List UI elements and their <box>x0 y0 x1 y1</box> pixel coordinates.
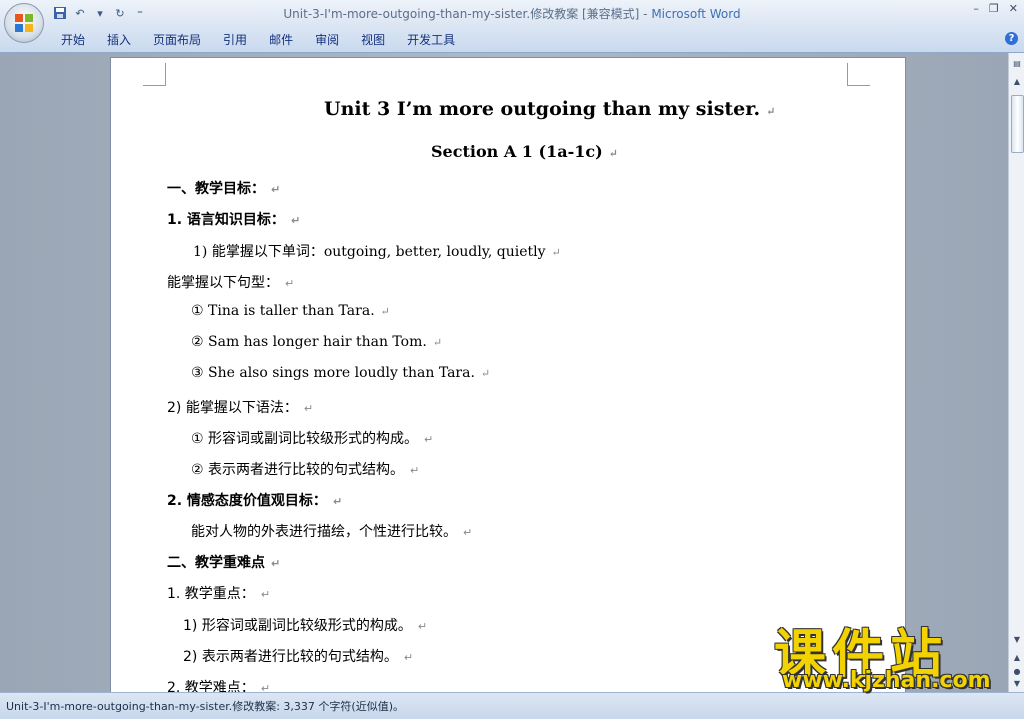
doc-line: 一、教学目标： ↵ <box>167 181 281 197</box>
next-page-icon[interactable]: ▼ <box>1010 677 1024 691</box>
doc-line: ③ She also sings more loudly than Tara. ↵ <box>191 365 491 381</box>
scroll-thumb[interactable] <box>1011 95 1024 153</box>
doc-line: 2) 表示两者进行比较的句式结构。 ↵ <box>183 649 414 665</box>
doc-line: ② Sam has longer hair than Tom. ↵ <box>191 334 443 350</box>
ribbon-tab-bar: 开始 插入 页面布局 引用 邮件 审阅 视图 开发工具 ? <box>0 26 1024 53</box>
scroll-up-icon[interactable]: ▲ <box>1010 75 1024 89</box>
status-text: Unit-3-I'm-more-outgoing-than-my-sister.… <box>6 700 405 713</box>
tab-insert[interactable]: 插入 <box>96 31 142 48</box>
office-logo-icon <box>15 14 33 32</box>
scroll-down-icon[interactable]: ▼ <box>1010 633 1024 647</box>
office-button[interactable] <box>4 3 44 43</box>
window-title-doc: Unit-3-I'm-more-outgoing-than-my-sister.… <box>283 7 652 21</box>
doc-line: 二、教学重难点 ↵ <box>167 555 281 571</box>
help-icon[interactable]: ? <box>1005 32 1018 45</box>
tab-references[interactable]: 引用 <box>212 31 258 48</box>
doc-line: 2. 情感态度价值观目标： ↵ <box>167 493 343 509</box>
title-bar: ↶ ▾ ↻ ⁼ Unit-3-I'm-more-outgoing-than-my… <box>0 0 1024 26</box>
status-bar: Unit-3-I'm-more-outgoing-than-my-sister.… <box>0 692 1024 719</box>
doc-line: ① 形容词或副词比较级形式的构成。 ↵ <box>191 431 434 447</box>
doc-line: 1. 教学重点： ↵ <box>167 586 271 602</box>
document-title: Unit 3 I’m more outgoing than my sister.… <box>324 98 776 120</box>
tab-mailings[interactable]: 邮件 <box>258 31 304 48</box>
doc-line: 1) 形容词或副词比较级形式的构成。 ↵ <box>183 618 428 634</box>
doc-line: ① Tina is taller than Tara. ↵ <box>191 303 390 319</box>
vertical-scrollbar[interactable]: ▤ ▲ ▼ ▲ ● ▼ <box>1008 53 1024 692</box>
doc-line: 1) 能掌握以下单词：outgoing, better, loudly, qui… <box>193 244 561 260</box>
doc-line: 2) 能掌握以下语法： ↵ <box>167 400 314 416</box>
window-title: Unit-3-I'm-more-outgoing-than-my-sister.… <box>0 5 1024 22</box>
restore-button[interactable]: ❐ <box>989 2 999 15</box>
tab-page-layout[interactable]: 页面布局 <box>142 31 212 48</box>
ruler-toggle-icon[interactable]: ▤ <box>1010 57 1024 71</box>
tab-review[interactable]: 审阅 <box>304 31 350 48</box>
section-heading: Section A 1 (1a-1c) ↵ <box>431 142 618 161</box>
tab-view[interactable]: 视图 <box>350 31 396 48</box>
window-controls: – ❐ ✕ <box>973 2 1018 15</box>
minimize-button[interactable]: – <box>973 2 979 15</box>
window-title-app: Microsoft Word <box>651 7 741 21</box>
doc-line: ② 表示两者进行比较的句式结构。 ↵ <box>191 462 420 478</box>
doc-line: 能掌握以下句型： ↵ <box>167 275 295 291</box>
previous-page-icon[interactable]: ▲ <box>1010 651 1024 665</box>
tab-developer[interactable]: 开发工具 <box>396 31 466 48</box>
document-area: Unit 3 I’m more outgoing than my sister.… <box>0 53 1008 719</box>
doc-line: 能对人物的外表进行描绘，个性进行比较。 ↵ <box>191 524 473 540</box>
margin-corner-mark <box>143 63 166 86</box>
margin-corner-mark <box>847 63 870 86</box>
doc-line: 1. 语言知识目标： ↵ <box>167 212 301 228</box>
tab-home[interactable]: 开始 <box>50 31 96 48</box>
document-page[interactable]: Unit 3 I’m more outgoing than my sister.… <box>110 57 906 719</box>
close-button[interactable]: ✕ <box>1009 2 1018 15</box>
